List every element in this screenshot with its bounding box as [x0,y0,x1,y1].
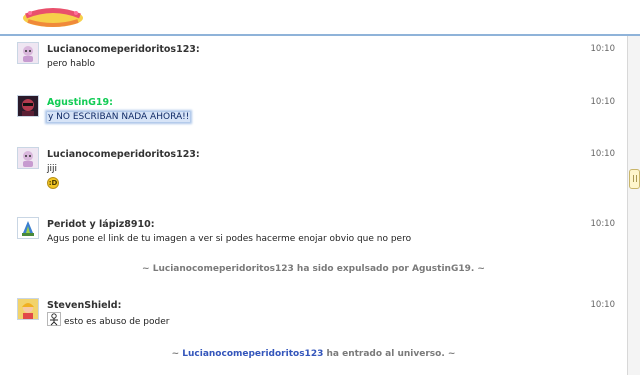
system-username[interactable]: Lucianocomeperidoritos123 [182,349,323,359]
timestamp: 10:10 [590,219,616,229]
avatar[interactable] [17,147,39,169]
username[interactable]: Peridot y lápiz8910: [47,219,155,230]
message-text: Agus pone el link de tu imagen a ver si … [47,234,412,244]
system-prefix: ~ [171,349,183,359]
timestamp: 10:10 [590,300,616,310]
timestamp: 10:10 [590,149,616,159]
laugh-emote-icon: :D [47,177,59,189]
stick-figure-emote-icon [47,312,61,326]
username[interactable]: Lucianocomeperidoritos123: [47,44,200,55]
avatar[interactable] [17,95,39,117]
scrollbar-thumb[interactable] [629,169,640,189]
avatar[interactable] [17,298,39,320]
message-text: y NO ESCRIBAN NADA AHORA!! [47,112,191,122]
timestamp: 10:10 [590,97,616,107]
system-message: ~ Lucianocomeperidoritos123 ha sido expu… [142,264,485,274]
message-text: jiji [47,164,58,174]
avatar[interactable] [17,217,39,239]
username[interactable]: AgustinG19: [47,97,113,108]
username[interactable]: Lucianocomeperidoritos123: [47,149,200,160]
chat-header [0,0,640,36]
username[interactable]: StevenShield: [47,300,121,311]
avatar[interactable] [17,42,39,64]
message-text: pero hablo [47,59,96,69]
system-suffix: ha entrado al universo. ~ [323,349,456,359]
timestamp: 10:10 [590,44,616,54]
system-message: ~ Lucianocomeperidoritos123 ha entrado a… [0,349,627,359]
chat-scrollbar[interactable] [627,36,640,375]
steven-universe-logo [22,7,83,27]
chat-log: Lucianocomeperidoritos123: 10:10 pero ha… [0,36,627,375]
message-text: esto es abuso de poder [64,317,170,327]
